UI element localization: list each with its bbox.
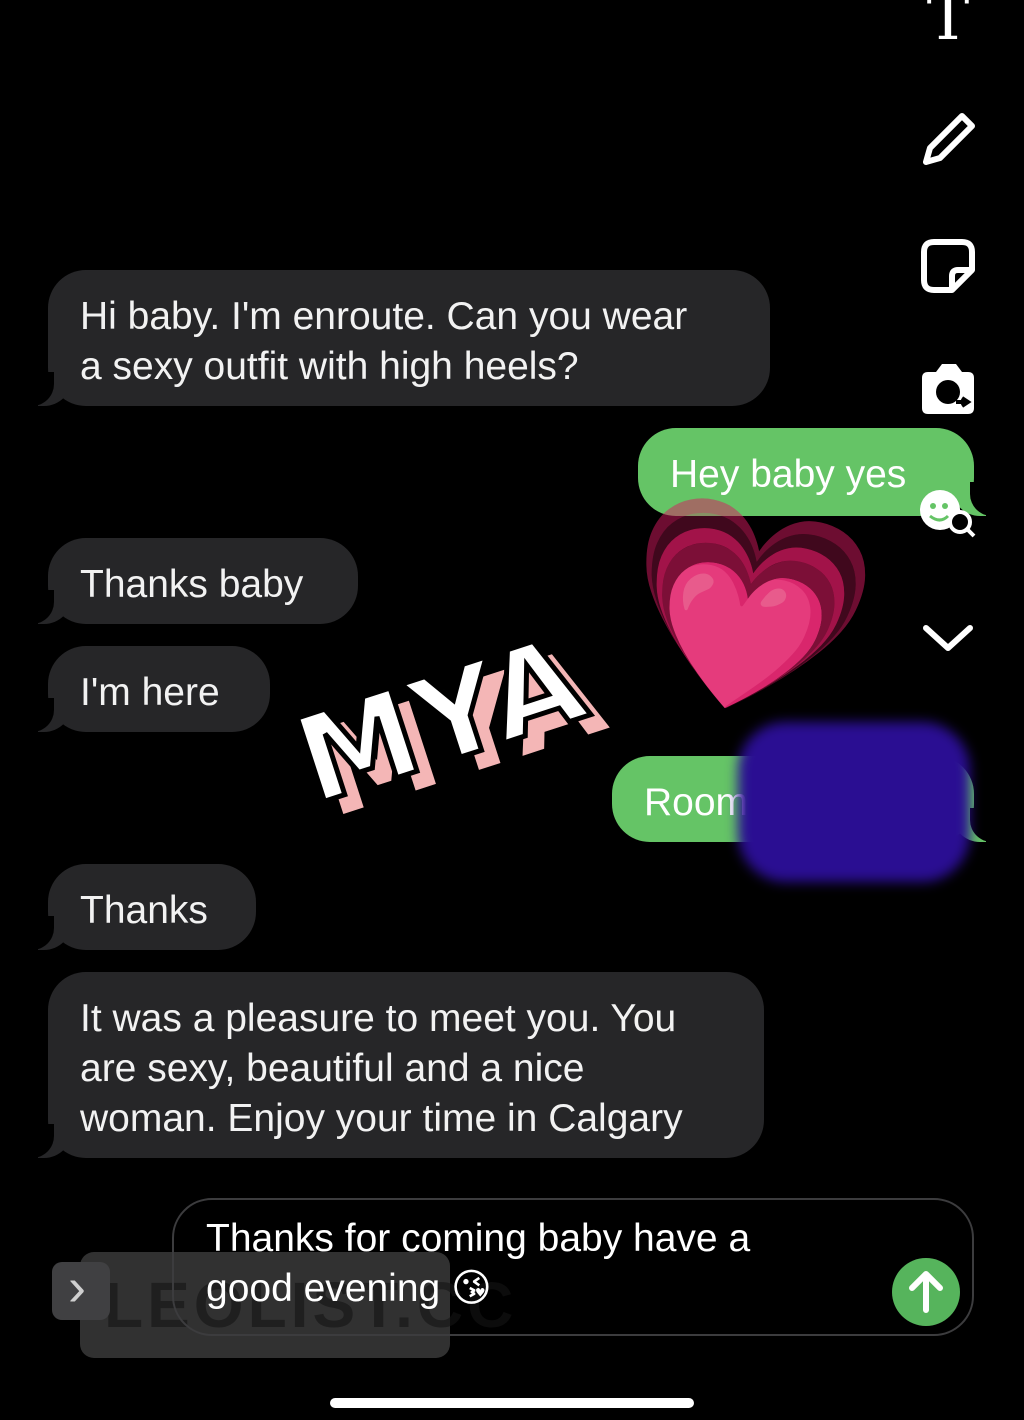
bubble-tail — [26, 698, 72, 732]
chevron-right-icon: › — [68, 1257, 86, 1317]
bubble-tail — [26, 590, 72, 624]
message-input[interactable]: Thanks for coming baby have a good eveni… — [172, 1198, 974, 1336]
message-input-text[interactable]: Thanks for coming baby have a good eveni… — [206, 1214, 906, 1314]
send-button[interactable] — [892, 1258, 960, 1326]
bubble-tail — [26, 916, 72, 950]
name-overlay-text: MYA — [277, 607, 604, 835]
message-incoming-5: It was a pleasure to meet you. You are s… — [48, 972, 764, 1158]
sticker-icon[interactable] — [916, 234, 980, 298]
text-tool-icon[interactable]: T — [916, 0, 980, 50]
kiss-emoji: 😘 — [451, 1267, 492, 1310]
pencil-icon[interactable] — [916, 108, 980, 172]
heart-icon: 💗 — [600, 469, 893, 750]
message-incoming-1: Hi baby. I'm enroute. Can you wear a sex… — [48, 270, 770, 406]
redaction-scribble — [738, 722, 970, 882]
message-incoming-2: Thanks baby — [48, 538, 358, 624]
expand-button[interactable]: › — [52, 1257, 110, 1320]
bubble-tail — [26, 372, 72, 406]
home-indicator — [330, 1398, 694, 1408]
camera-swap-icon[interactable] — [916, 358, 980, 422]
emoji-search-icon[interactable] — [918, 486, 978, 538]
text-tool-glyph: T — [926, 0, 970, 55]
message-incoming-3: I'm here — [48, 646, 270, 732]
bubble-tail — [26, 1124, 72, 1158]
chevron-down-icon[interactable] — [916, 606, 980, 670]
message-incoming-4: Thanks — [48, 864, 256, 950]
arrow-up-icon — [909, 1271, 943, 1313]
